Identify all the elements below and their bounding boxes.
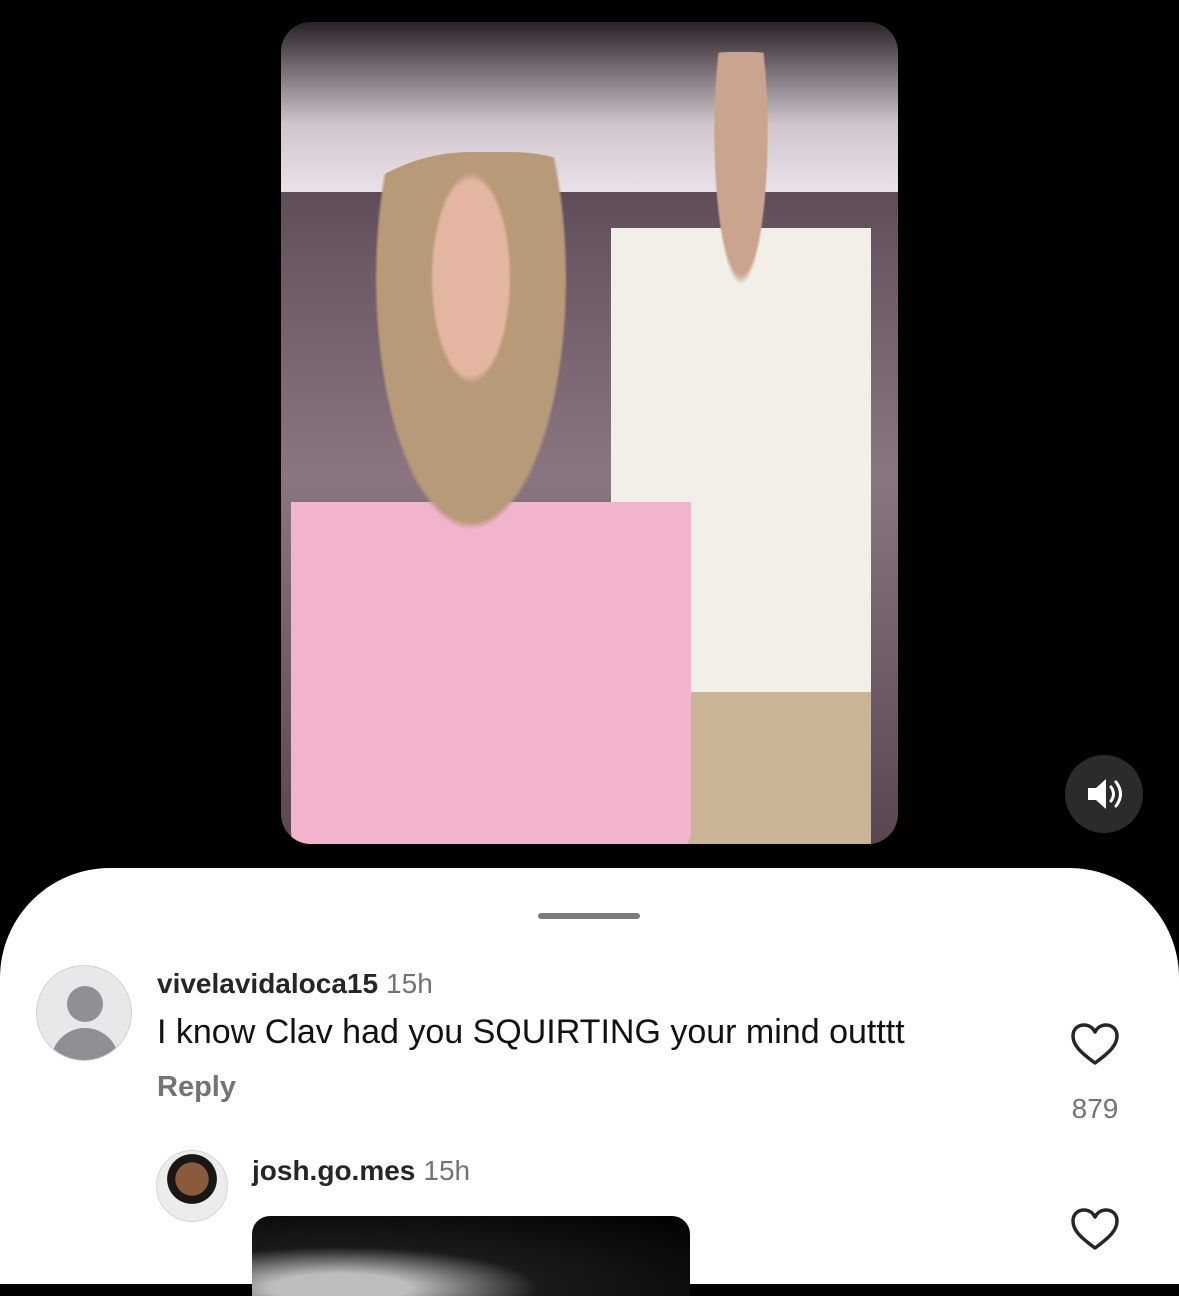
heart-outline-icon [1071, 1208, 1119, 1250]
like-comment-button[interactable] [1070, 1208, 1120, 1252]
like-count: 879 [1071, 1093, 1119, 1124]
comments-sheet: vivelavidaloca15 15h I know Clav had you … [0, 868, 1179, 1296]
comment-media-thumbnail[interactable] [252, 1216, 690, 1296]
avatar[interactable] [36, 965, 132, 1061]
speaker-sound-icon [1088, 779, 1122, 809]
like-comment-button[interactable]: 879 [1070, 1023, 1120, 1125]
comment-username[interactable]: vivelavidaloca15 15h [157, 968, 433, 1000]
heart-outline-icon [1071, 1023, 1119, 1065]
avatar[interactable] [156, 1150, 228, 1222]
comment-username[interactable]: josh.go.mes 15h [252, 1155, 470, 1187]
comment-timestamp: 15h [423, 1155, 471, 1186]
sheet-grabber-handle[interactable] [538, 913, 640, 919]
video-person-left [291, 152, 691, 844]
video-player[interactable] [281, 22, 898, 844]
mute-toggle-button[interactable] [1065, 755, 1143, 833]
default-avatar-icon [67, 986, 103, 1022]
reply-button[interactable]: Reply [157, 1071, 236, 1104]
comment-text: I know Clav had you SQUIRTING your mind … [157, 1013, 905, 1051]
comment-timestamp: 15h [386, 968, 433, 999]
